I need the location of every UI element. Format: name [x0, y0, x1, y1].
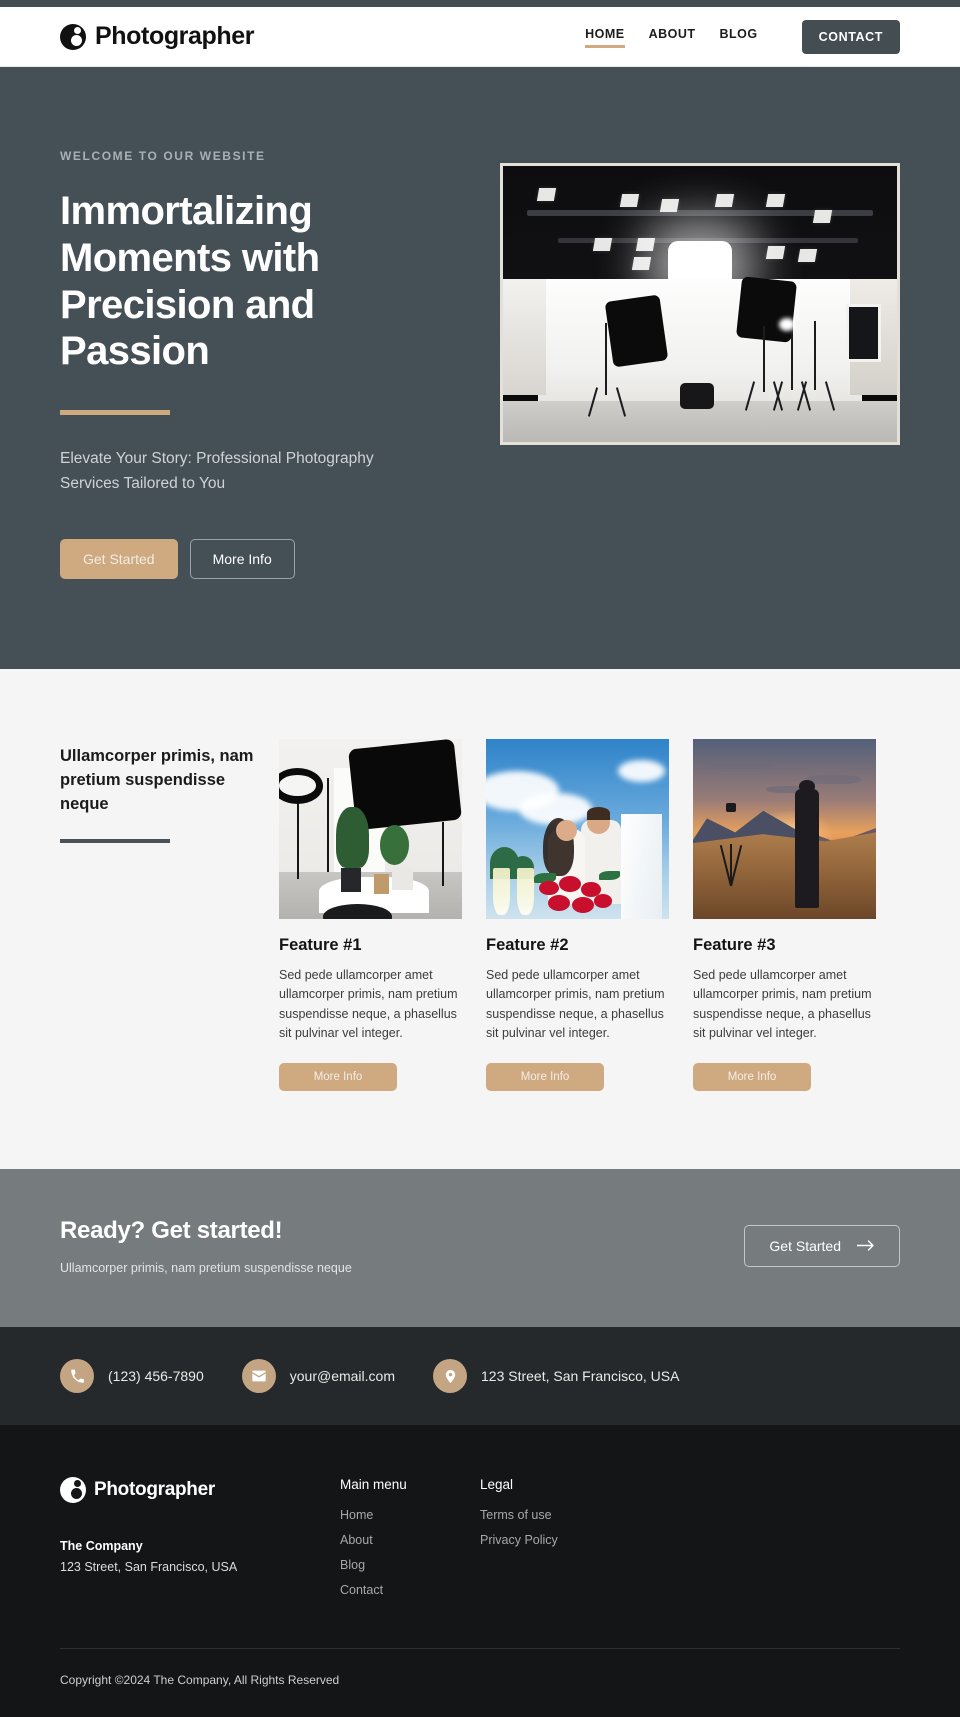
- nav-item-home[interactable]: HOME: [585, 27, 625, 48]
- hero-get-started-button[interactable]: Get Started: [60, 538, 178, 579]
- site-footer: Photographer The Company 123 Street, San…: [0, 1425, 960, 1717]
- feature-card: Feature #2 Sed pede ullamcorper amet ull…: [486, 738, 669, 1092]
- feature-title: Feature #3: [693, 935, 776, 954]
- footer-link-privacy[interactable]: Privacy Policy: [480, 1533, 620, 1547]
- feature-title: Feature #1: [279, 935, 362, 954]
- brand-logo[interactable]: Photographer: [60, 22, 254, 51]
- cta-get-started-button[interactable]: Get Started: [744, 1225, 900, 1268]
- features-intro: Ullamcorper primis, nam pretium suspendi…: [60, 739, 255, 1092]
- feature-image-3: [693, 738, 876, 919]
- contact-button[interactable]: CONTACT: [801, 19, 900, 54]
- footer-column-main-menu: Main menu Home About Blog Contact: [340, 1477, 480, 1608]
- hero-title: Immortalizing Moments with Precision and…: [60, 189, 320, 374]
- envelope-icon: [241, 1359, 276, 1394]
- feature-text: Sed pede ullamcorper amet ullamcorper pr…: [693, 967, 872, 1040]
- footer-column-title: Main menu: [340, 1477, 407, 1493]
- cta-button-label: Get Started: [769, 1238, 841, 1255]
- hero-subtitle: Elevate Your Story: Professional Photogr…: [60, 450, 374, 492]
- site-header: Photographer HOME ABOUT BLOG CONTACT: [0, 7, 960, 67]
- hero-copy: WELCOME TO OUR WEBSITE Immortalizing Mom…: [60, 139, 460, 579]
- contact-address-text: 123 Street, San Francisco, USA: [481, 1368, 680, 1385]
- features-accent-rule: [60, 838, 170, 843]
- cta-section: Ready? Get started! Ullamcorper primis, …: [0, 1169, 960, 1328]
- contact-phone-text: (123) 456-7890: [108, 1368, 204, 1385]
- features-heading: Ullamcorper primis, nam pretium suspendi…: [60, 746, 254, 813]
- feature-text: Sed pede ullamcorper amet ullamcorper pr…: [486, 967, 665, 1040]
- contact-address[interactable]: 123 Street, San Francisco, USA: [433, 1359, 680, 1394]
- hero-media: [500, 139, 900, 445]
- footer-link-blog[interactable]: Blog: [340, 1558, 480, 1572]
- hero-section: WELCOME TO OUR WEBSITE Immortalizing Mom…: [0, 67, 960, 669]
- footer-link-about[interactable]: About: [340, 1533, 480, 1547]
- footer-brand-column: Photographer The Company 123 Street, San…: [60, 1477, 340, 1574]
- top-strip: [0, 0, 960, 7]
- cta-copy: Ready? Get started! Ullamcorper primis, …: [60, 1217, 352, 1275]
- cta-title: Ready? Get started!: [60, 1217, 283, 1245]
- hero-actions: Get Started More Info: [60, 538, 460, 579]
- footer-link-home[interactable]: Home: [340, 1508, 480, 1522]
- main-nav: HOME ABOUT BLOG CONTACT: [585, 19, 900, 54]
- feature-more-info-button[interactable]: More Info: [693, 1063, 811, 1092]
- nav-item-blog[interactable]: BLOG: [720, 27, 758, 46]
- phone-icon: [60, 1359, 94, 1394]
- footer-brand-name: Photographer: [94, 1479, 215, 1501]
- features-section: Ullamcorper primis, nam pretium suspendi…: [0, 668, 960, 1170]
- feature-text: Sed pede ullamcorper amet ullamcorper pr…: [279, 967, 458, 1040]
- feature-more-info-button[interactable]: More Info: [279, 1063, 397, 1092]
- nav-item-about[interactable]: ABOUT: [649, 27, 696, 46]
- arrow-right-icon: [856, 1238, 875, 1254]
- footer-link-terms[interactable]: Terms of use: [480, 1508, 620, 1522]
- feature-image-1: [279, 738, 462, 919]
- contact-phone[interactable]: (123) 456-7890: [60, 1359, 204, 1394]
- footer-company-address: 123 Street, San Francisco, USA: [60, 1560, 238, 1575]
- feature-title: Feature #2: [486, 935, 569, 954]
- feature-card: Feature #1 Sed pede ullamcorper amet ull…: [279, 738, 462, 1092]
- footer-link-contact[interactable]: Contact: [340, 1583, 480, 1597]
- contact-email-text: your@email.com: [289, 1368, 395, 1385]
- location-pin-icon: [433, 1359, 467, 1394]
- brand-name: Photographer: [95, 22, 255, 50]
- footer-company-label: The Company: [60, 1539, 143, 1554]
- contact-email[interactable]: your@email.com: [241, 1359, 395, 1394]
- hero-more-info-button[interactable]: More Info: [189, 538, 295, 579]
- aperture-circle-logo-icon: [60, 1477, 86, 1504]
- cta-subtitle: Ullamcorper primis, nam pretium suspendi…: [60, 1261, 352, 1276]
- footer-brand-logo[interactable]: Photographer: [60, 1477, 340, 1504]
- footer-copyright: Copyright ©2024 The Company, All Rights …: [60, 1673, 340, 1688]
- aperture-circle-logo-icon: [60, 23, 86, 50]
- hero-eyebrow: WELCOME TO OUR WEBSITE: [60, 149, 266, 163]
- footer-column-title: Legal: [480, 1477, 514, 1493]
- hero-image: [500, 163, 900, 445]
- feature-image-2: [486, 738, 669, 919]
- contact-strip: (123) 456-7890 your@email.com 123 Street…: [0, 1327, 960, 1426]
- feature-more-info-button[interactable]: More Info: [486, 1063, 604, 1092]
- hero-accent-rule: [60, 410, 170, 416]
- footer-column-legal: Legal Terms of use Privacy Policy: [480, 1477, 620, 1558]
- feature-card: Feature #3 Sed pede ullamcorper amet ull…: [693, 738, 876, 1092]
- feature-cards: Feature #1 Sed pede ullamcorper amet ull…: [279, 738, 900, 1092]
